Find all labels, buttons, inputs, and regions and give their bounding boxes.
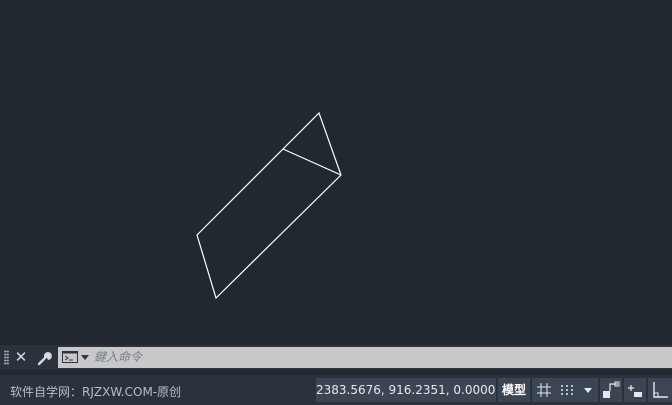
infer-constraints-icon: [603, 381, 620, 398]
ortho-button[interactable]: [648, 378, 672, 402]
dividing-line[interactable]: [282, 148, 342, 176]
chevron-down-icon[interactable]: [80, 351, 90, 363]
watermark-text: 软件自学网：RJZXW.COM-原创: [10, 385, 182, 399]
grid-icon: [537, 383, 551, 397]
command-input-container[interactable]: [58, 347, 672, 368]
drag-handle[interactable]: [4, 350, 9, 365]
model-space-button[interactable]: 模型: [498, 378, 530, 402]
grid-button[interactable]: [532, 378, 556, 402]
snap-button[interactable]: [556, 378, 578, 402]
command-line-bar: ✕: [0, 345, 672, 370]
drawing-canvas[interactable]: [0, 0, 672, 345]
dynamic-input-button[interactable]: [624, 378, 646, 402]
coordinate-readout[interactable]: 2383.5676, 916.2351, 0.0000: [316, 378, 496, 402]
dynamic-input-icon: [628, 385, 642, 397]
ortho-icon: [653, 382, 668, 398]
infer-constraints-button[interactable]: [600, 378, 622, 402]
command-prompt-icon[interactable]: [62, 351, 78, 363]
quadrilateral-outline[interactable]: [196, 111, 342, 300]
close-icon[interactable]: ✕: [13, 348, 29, 366]
wrench-icon[interactable]: [35, 349, 53, 367]
snap-options-button[interactable]: [578, 378, 598, 402]
snap-icon: [561, 385, 573, 395]
command-input[interactable]: [94, 348, 664, 366]
status-bar: 软件自学网：RJZXW.COM-原创 2383.5676, 916.2351, …: [0, 375, 672, 405]
chevron-down-icon: [584, 388, 592, 393]
